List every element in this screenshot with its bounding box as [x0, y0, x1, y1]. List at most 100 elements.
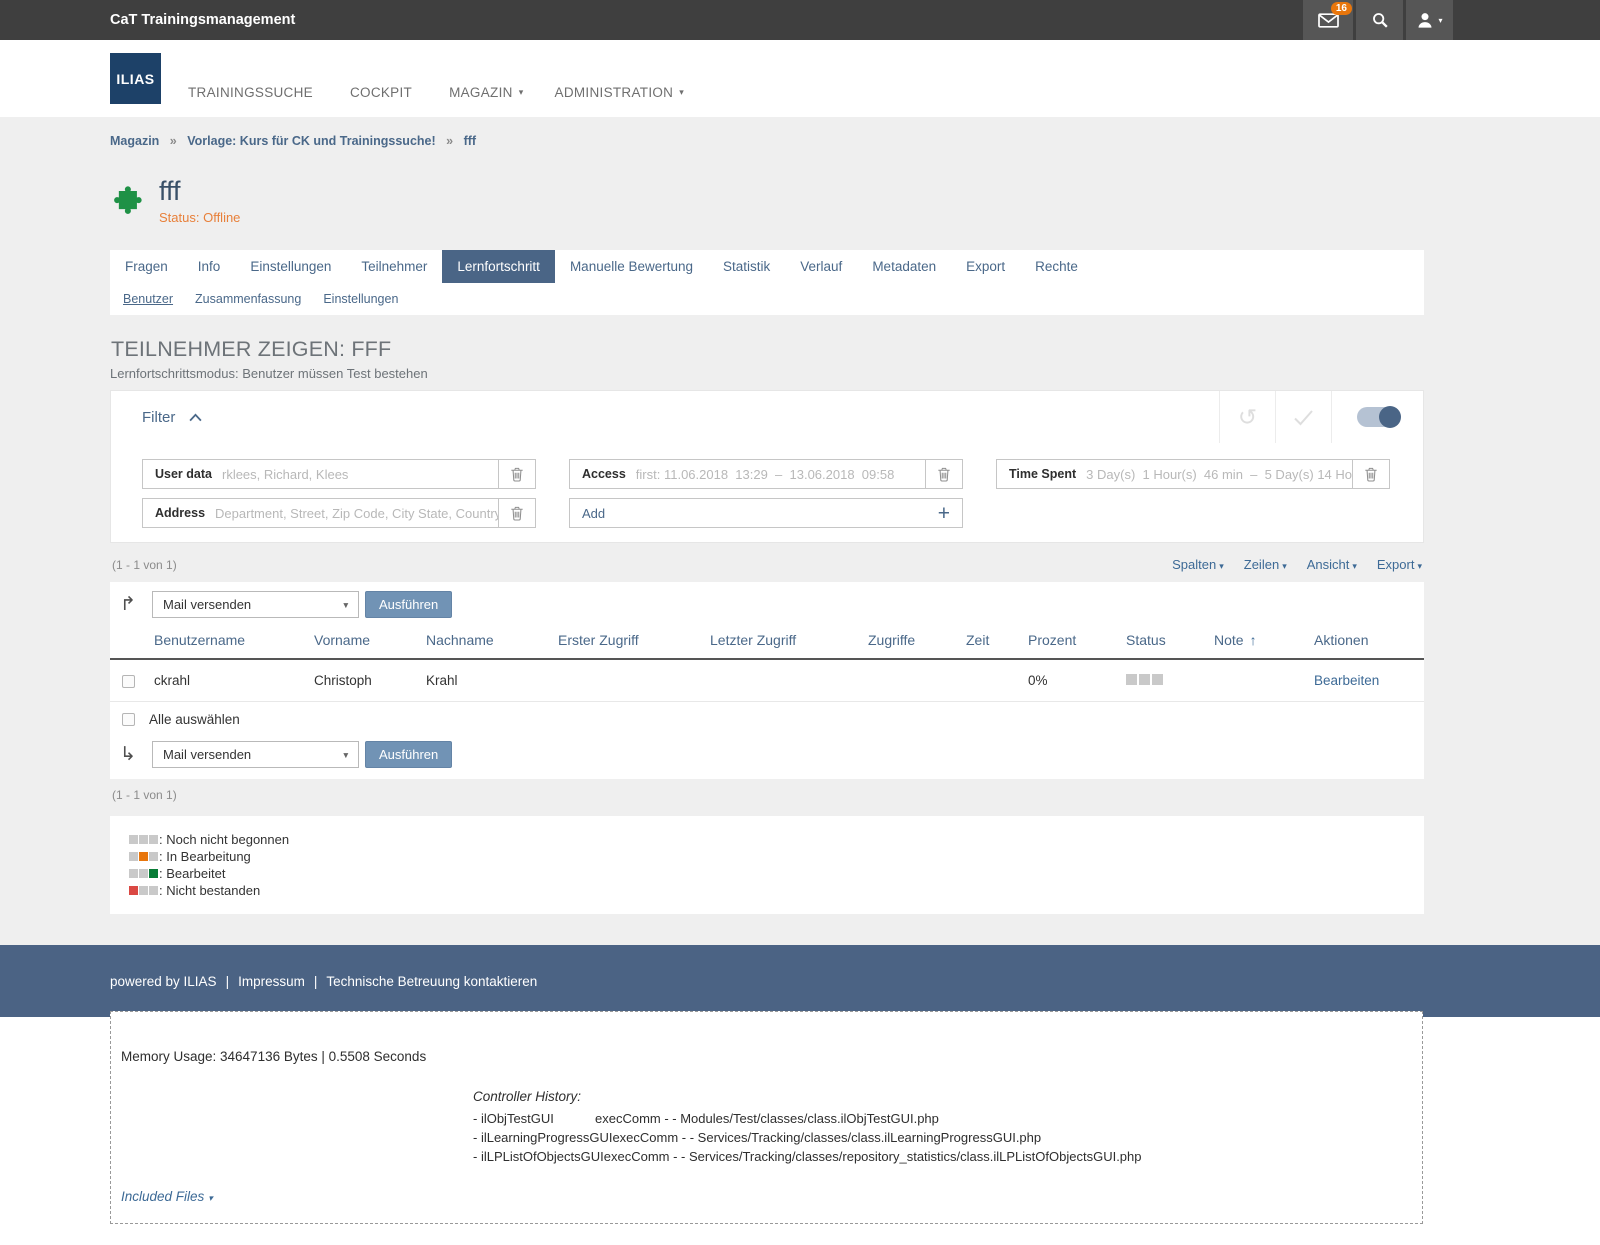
page-content: Magazin » Vorlage: Kurs für CK und Train… — [0, 117, 1600, 945]
impressum-link[interactable]: Impressum — [238, 974, 305, 989]
user-menu-button[interactable]: ▾ — [1406, 0, 1453, 40]
cell-zeit — [958, 659, 1020, 702]
filter-onoff-toggle[interactable] — [1357, 407, 1399, 427]
table-view-menus: Spalten▾ Zeilen▾ Ansicht▾ Export▾ — [1172, 557, 1422, 572]
filter-reset-button[interactable]: ↺ — [1219, 391, 1275, 443]
subtab-zusammenfassung[interactable]: Zusammenfassung — [195, 292, 301, 306]
tab-manuelle-bewertung[interactable]: Manuelle Bewertung — [555, 250, 708, 283]
nav-trainingssuche[interactable]: TRAININGSSUCHE — [188, 85, 319, 100]
row-checkbox[interactable] — [122, 675, 135, 688]
nav-administration[interactable]: ADMINISTRATION▾ — [555, 85, 685, 100]
nav-cockpit[interactable]: COCKPIT — [350, 85, 418, 100]
cell-vorname: Christoph — [306, 659, 418, 702]
legend-square — [129, 835, 138, 844]
col-nachname[interactable]: Nachname — [418, 624, 550, 659]
tab-einstellungen[interactable]: Einstellungen — [235, 250, 346, 283]
tab-metadaten[interactable]: Metadaten — [857, 250, 951, 283]
clear-user-data-button[interactable] — [498, 460, 535, 488]
participants-table-panel: ↱ Mail versenden ▼ Ausführen Benutzernam… — [110, 582, 1424, 779]
search-button[interactable] — [1356, 0, 1403, 40]
ilias-logo[interactable]: ILIAS — [110, 53, 161, 104]
bulk-action-select-top[interactable]: Mail versenden — [152, 591, 359, 618]
bulk-action-select-bottom[interactable]: Mail versenden — [152, 741, 359, 768]
tab-teilnehmer[interactable]: Teilnehmer — [346, 250, 442, 283]
developer-info-box: Memory Usage: 34647136 Bytes | 0.5508 Se… — [110, 1011, 1423, 1224]
dev-info-area: Memory Usage: 34647136 Bytes | 0.5508 Se… — [0, 1017, 1600, 1245]
legend-square — [149, 835, 158, 844]
tab-lernfortschritt[interactable]: Lernfortschritt — [442, 250, 555, 283]
execute-button-top[interactable]: Ausführen — [365, 591, 452, 618]
trash-icon — [510, 506, 524, 521]
legend-item-noch-nicht-begonnen: : Noch nicht begonnen — [129, 831, 1405, 848]
topbar: CaT Trainingsmanagement 16 ▾ — [0, 0, 1600, 40]
tab-export[interactable]: Export — [951, 250, 1020, 283]
clear-time-spent-button[interactable] — [1352, 460, 1389, 488]
trash-icon — [1364, 467, 1378, 482]
access-input[interactable] — [636, 460, 925, 488]
user-data-input[interactable] — [222, 460, 498, 488]
col-erster-zugriff[interactable]: Erster Zugriff — [550, 624, 702, 659]
col-zugriffe[interactable]: Zugriffe — [860, 624, 958, 659]
filter-body: User data Access Time Spent — [111, 443, 1423, 542]
legend-square — [129, 886, 138, 895]
powered-by-ilias-link[interactable]: powered by ILIAS — [110, 974, 217, 989]
menu-spalten[interactable]: Spalten▾ — [1172, 557, 1224, 572]
time-spent-input[interactable] — [1086, 460, 1352, 488]
table-header-row: Benutzername Vorname Nachname Erster Zug… — [110, 624, 1424, 659]
menu-export[interactable]: Export▾ — [1377, 557, 1422, 572]
tab-statistik[interactable]: Statistik — [708, 250, 785, 283]
header-checkbox-spacer — [110, 624, 146, 659]
subtab-einstellungen[interactable]: Einstellungen — [323, 292, 398, 306]
cell-erster-zugriff — [550, 659, 702, 702]
col-note[interactable]: Note↑ — [1206, 624, 1306, 659]
tab-fragen[interactable]: Fragen — [110, 250, 183, 283]
breadcrumb-vorlage[interactable]: Vorlage: Kurs für CK und Trainingssuche! — [187, 134, 435, 148]
refresh-icon: ↺ — [1238, 406, 1257, 429]
col-prozent[interactable]: Prozent — [1020, 624, 1118, 659]
col-zeit[interactable]: Zeit — [958, 624, 1020, 659]
col-benutzername[interactable]: Benutzername — [146, 624, 306, 659]
mail-button[interactable]: 16 — [1303, 0, 1353, 40]
chevron-up-icon — [188, 413, 203, 422]
col-vorname[interactable]: Vorname — [306, 624, 418, 659]
legend-square — [129, 852, 138, 861]
status-square — [1152, 674, 1163, 685]
nav-magazin[interactable]: MAGAZIN▾ — [449, 85, 523, 100]
cell-benutzername: ckrahl — [146, 659, 306, 702]
menu-zeilen[interactable]: Zeilen▾ — [1244, 557, 1287, 572]
footer: powered by ILIAS | Impressum | Technisch… — [0, 945, 1600, 1017]
address-label: Address — [143, 499, 215, 527]
check-icon — [1293, 409, 1314, 426]
support-contact-link[interactable]: Technische Betreuung kontaktieren — [326, 974, 537, 989]
legend-square — [139, 835, 148, 844]
breadcrumb-magazin[interactable]: Magazin — [110, 134, 159, 148]
execute-button-bottom[interactable]: Ausführen — [365, 741, 452, 768]
menu-ansicht[interactable]: Ansicht▾ — [1307, 557, 1357, 572]
tab-info[interactable]: Info — [183, 250, 236, 283]
tab-rechte[interactable]: Rechte — [1020, 250, 1093, 283]
included-files-toggle[interactable]: Included Files▾ — [121, 1189, 213, 1204]
bearbeiten-link[interactable]: Bearbeiten — [1314, 673, 1379, 688]
filter-add-button[interactable]: Add + — [569, 498, 963, 528]
breadcrumb-fff[interactable]: fff — [464, 134, 477, 148]
table-controls: (1 - 1 von 1) Spalten▾ Zeilen▾ Ansicht▾ … — [110, 551, 1424, 578]
address-input[interactable] — [215, 499, 498, 527]
tab-bar: Fragen Info Einstellungen Teilnehmer Ler… — [110, 250, 1424, 283]
legend-square — [149, 869, 158, 878]
select-all-checkbox[interactable] — [122, 713, 135, 726]
section-subheading: Lernfortschrittsmodus: Benutzer müssen T… — [110, 366, 1424, 381]
cell-zugriffe — [860, 659, 958, 702]
breadcrumb: Magazin » Vorlage: Kurs für CK und Train… — [110, 117, 1424, 148]
add-label: Add — [582, 506, 605, 521]
col-letzter-zugriff[interactable]: Letzter Zugriff — [702, 624, 860, 659]
col-status[interactable]: Status — [1118, 624, 1206, 659]
tab-verlauf[interactable]: Verlauf — [785, 250, 857, 283]
clear-address-button[interactable] — [498, 499, 535, 527]
result-count-bottom: (1 - 1 von 1) — [110, 779, 1424, 802]
subtab-benutzer[interactable]: Benutzer — [123, 292, 173, 306]
caret-down-icon: ▾ — [1417, 561, 1422, 571]
filter-apply-button[interactable] — [1275, 391, 1331, 443]
status-square — [1126, 674, 1137, 685]
filter-collapse-toggle[interactable]: Filter — [111, 391, 203, 443]
clear-access-button[interactable] — [925, 460, 962, 488]
